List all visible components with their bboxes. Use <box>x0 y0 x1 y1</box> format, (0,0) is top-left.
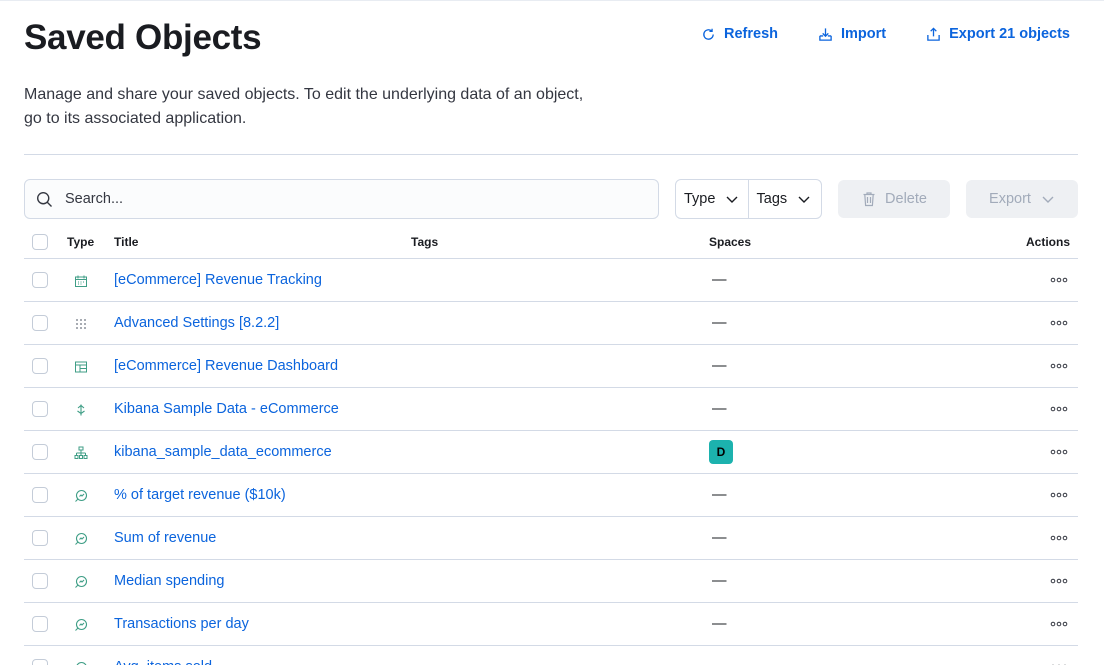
actions-ellipsis-icon[interactable] <box>1050 317 1068 329</box>
spaces-empty: — <box>712 530 727 546</box>
object-title-link[interactable]: Advanced Settings [8.2.2] <box>114 315 279 331</box>
search-input[interactable] <box>65 191 625 207</box>
index-pattern-icon[interactable] <box>73 445 89 461</box>
table-row: Transactions per day — <box>24 603 1078 646</box>
table-row: Sum of revenue — <box>24 517 1078 560</box>
export-selected-button[interactable]: Export <box>966 180 1078 218</box>
import-icon <box>819 27 832 41</box>
object-title-link[interactable]: [eCommerce] Revenue Dashboard <box>114 358 338 374</box>
table-row: Median spending — <box>24 560 1078 603</box>
dashboard-icon[interactable] <box>73 359 89 375</box>
spaces-empty: — <box>712 659 727 665</box>
saved-objects-page: Saved Objects Refresh Import Export 21 o… <box>24 0 1078 665</box>
actions-ellipsis-icon[interactable] <box>1050 532 1068 544</box>
chevron-down-icon <box>726 196 738 203</box>
lens-icon[interactable] <box>73 488 89 504</box>
spaces-empty: — <box>712 401 727 417</box>
object-title-link[interactable]: Median spending <box>114 573 224 589</box>
row-checkbox[interactable] <box>32 401 48 417</box>
object-title-link[interactable]: Transactions per day <box>114 616 249 632</box>
import-button[interactable]: Import <box>818 24 886 44</box>
table-row: Advanced Settings [8.2.2] — <box>24 302 1078 345</box>
spaces-empty: — <box>712 616 727 632</box>
spaces-empty: — <box>712 358 727 374</box>
saved-objects-table: Type Title Tags Spaces Actions [eCommerc… <box>24 222 1078 665</box>
delete-label: Delete <box>885 191 927 207</box>
actions-ellipsis-icon[interactable] <box>1050 274 1068 286</box>
object-title-link[interactable]: % of target revenue ($10k) <box>114 487 286 503</box>
table-row: Avg. items sold — <box>24 646 1078 665</box>
search-icon <box>37 191 53 207</box>
actions-ellipsis-icon[interactable] <box>1050 618 1068 630</box>
chevron-down-icon <box>798 196 810 203</box>
row-checkbox[interactable] <box>32 315 48 331</box>
row-checkbox[interactable] <box>32 616 48 632</box>
lens-icon[interactable] <box>73 617 89 633</box>
chevron-down-icon <box>1042 196 1054 203</box>
type-filter-button[interactable]: Type <box>676 180 749 218</box>
spaces-empty: — <box>712 315 727 331</box>
tags-filter-label: Tags <box>756 191 788 207</box>
table-row: % of target revenue ($10k) — <box>24 474 1078 517</box>
advanced-settings-icon[interactable] <box>73 316 89 332</box>
row-checkbox[interactable] <box>32 530 48 546</box>
actions-ellipsis-icon[interactable] <box>1050 575 1068 587</box>
object-title-link[interactable]: [eCommerce] Revenue Tracking <box>114 272 322 288</box>
select-all-checkbox[interactable] <box>32 234 48 250</box>
filter-group: Type Tags <box>675 179 822 219</box>
trash-icon <box>863 192 875 207</box>
import-label: Import <box>841 26 887 42</box>
row-checkbox[interactable] <box>32 358 48 374</box>
table-row: [eCommerce] Revenue Dashboard — <box>24 345 1078 388</box>
actions-ellipsis-icon[interactable] <box>1050 489 1068 501</box>
row-checkbox[interactable] <box>32 487 48 503</box>
header-actions: Refresh Import Export 21 objects <box>701 24 1070 44</box>
lens-icon[interactable] <box>73 660 89 665</box>
canvas-icon[interactable] <box>73 402 89 418</box>
export-selected-label: Export <box>989 191 1031 207</box>
export-all-label: Export 21 objects <box>949 26 1070 42</box>
export-all-button[interactable]: Export 21 objects <box>926 24 1070 44</box>
column-header-spaces: Spaces <box>709 235 752 249</box>
table-body: [eCommerce] Revenue Tracking — Advanced … <box>24 259 1078 665</box>
object-title-link[interactable]: Kibana Sample Data - eCommerce <box>114 401 339 417</box>
actions-ellipsis-icon[interactable] <box>1050 360 1068 372</box>
lens-icon[interactable] <box>73 574 89 590</box>
column-header-actions: Actions <box>1025 235 1070 249</box>
table-header: Type Title Tags Spaces Actions <box>24 222 1078 259</box>
calendar-icon[interactable] <box>73 273 89 289</box>
actions-ellipsis-icon[interactable] <box>1050 446 1068 458</box>
object-title-link[interactable]: Sum of revenue <box>114 530 216 546</box>
column-header-tags: Tags <box>411 235 439 249</box>
refresh-label: Refresh <box>724 26 779 42</box>
column-header-type[interactable]: Type <box>67 235 94 249</box>
object-title-link[interactable]: Avg. items sold <box>114 659 212 665</box>
spaces-empty: — <box>712 272 727 288</box>
search-box[interactable] <box>24 179 659 219</box>
spaces-empty: — <box>712 573 727 589</box>
tags-filter-button[interactable]: Tags <box>749 180 822 218</box>
type-filter-label: Type <box>684 191 716 207</box>
row-checkbox[interactable] <box>32 272 48 288</box>
object-title-link[interactable]: kibana_sample_data_ecommerce <box>114 444 332 460</box>
actions-ellipsis-icon[interactable] <box>1050 661 1068 665</box>
actions-ellipsis-icon[interactable] <box>1050 403 1068 415</box>
refresh-icon <box>703 28 714 40</box>
space-avatar-badge[interactable]: D <box>709 440 733 464</box>
table-row: kibana_sample_data_ecommerce D <box>24 431 1078 474</box>
table-row: Kibana Sample Data - eCommerce — <box>24 388 1078 431</box>
lens-icon[interactable] <box>73 531 89 547</box>
row-checkbox[interactable] <box>32 573 48 589</box>
page-title: Saved Objects <box>24 18 262 57</box>
table-row: [eCommerce] Revenue Tracking — <box>24 259 1078 302</box>
row-checkbox[interactable] <box>32 659 48 665</box>
refresh-button[interactable]: Refresh <box>701 24 778 44</box>
export-icon <box>927 26 940 41</box>
column-header-title[interactable]: Title <box>114 235 138 249</box>
row-checkbox[interactable] <box>32 444 48 460</box>
delete-button[interactable]: Delete <box>838 180 950 218</box>
spaces-empty: — <box>712 487 727 503</box>
header-divider <box>24 154 1078 155</box>
page-description: Manage and share your saved objects. To … <box>24 86 584 127</box>
